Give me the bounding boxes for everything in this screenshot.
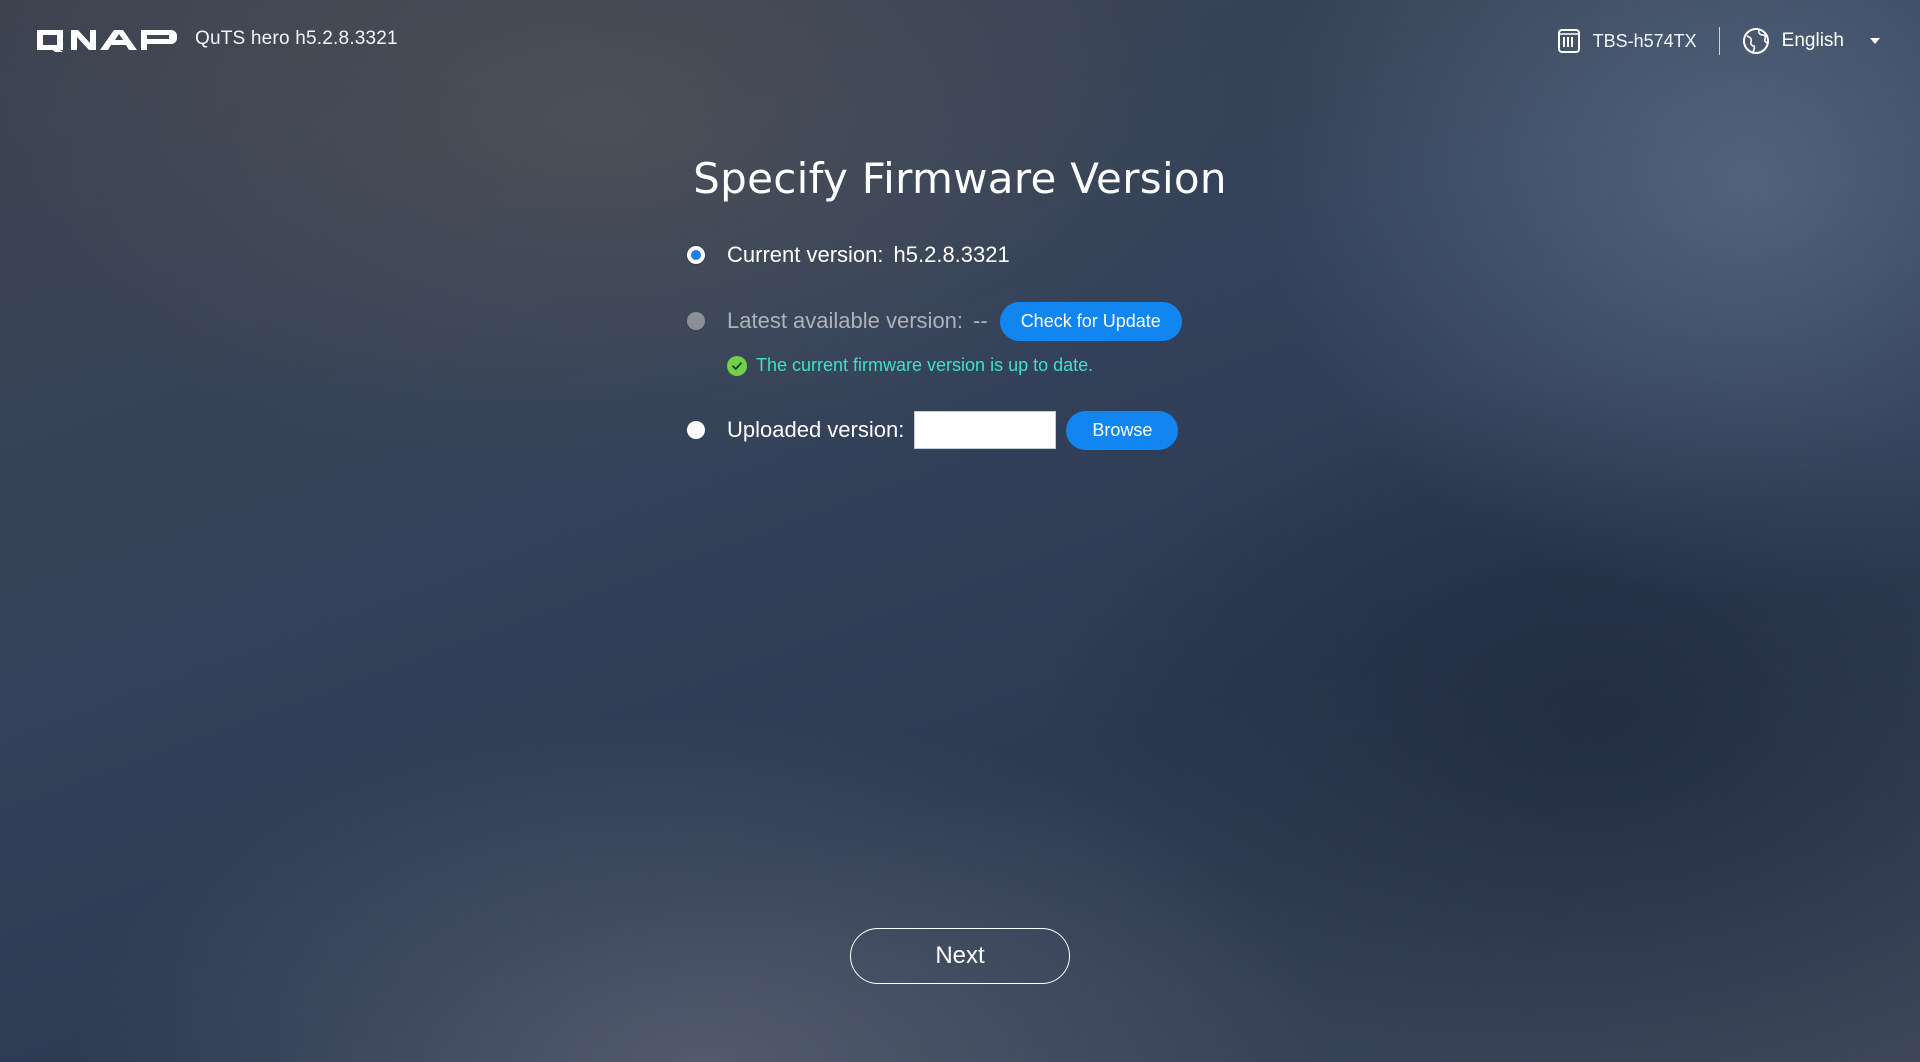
current-version-label: Current version: — [727, 242, 884, 267]
radio-uploaded-version[interactable] — [687, 421, 705, 439]
nas-device-icon — [1557, 29, 1580, 53]
latest-version-value: -- — [973, 308, 988, 333]
radio-latest-version — [687, 312, 705, 330]
latest-version-label: Latest available version: — [727, 308, 964, 333]
status-text: The current firmware version is up to da… — [756, 355, 1094, 375]
option-uploaded-version: Uploaded version: Browse — [687, 409, 1179, 451]
option-current-version: Current version: h5.2.8.3321 — [687, 240, 1010, 270]
firmware-version-label: QuTS hero h5.2.8.3321 — [195, 28, 398, 49]
top-bar: QuTS hero h5.2.8.3321 TBS-h574TX English — [0, 0, 1920, 80]
device-info: TBS-h574TX — [1557, 28, 1697, 54]
firmware-status-message: The current firmware version is up to da… — [727, 355, 1093, 376]
check-for-update-button[interactable]: Check for Update — [999, 301, 1182, 341]
language-label: English — [1781, 30, 1844, 51]
language-selector[interactable]: English — [1742, 27, 1880, 55]
next-button[interactable]: Next — [850, 928, 1070, 984]
check-circle-icon — [727, 355, 747, 376]
chevron-down-icon — [1870, 38, 1880, 44]
browse-button[interactable]: Browse — [1066, 410, 1179, 450]
page-title: Specify Firmware Version — [693, 154, 1227, 203]
header-divider — [1718, 27, 1720, 55]
device-name: TBS-h574TX — [1592, 30, 1697, 51]
qnap-logo — [37, 30, 177, 52]
radio-current-version[interactable] — [687, 246, 705, 264]
uploaded-version-label: Uploaded version: — [727, 417, 905, 442]
globe-icon — [1742, 28, 1769, 54]
option-latest-version: Latest available version: -- Check for U… — [687, 301, 1182, 341]
header-right: TBS-h574TX English — [1557, 24, 1880, 58]
uploaded-file-input[interactable] — [914, 411, 1057, 449]
current-version-value: h5.2.8.3321 — [893, 242, 1010, 267]
